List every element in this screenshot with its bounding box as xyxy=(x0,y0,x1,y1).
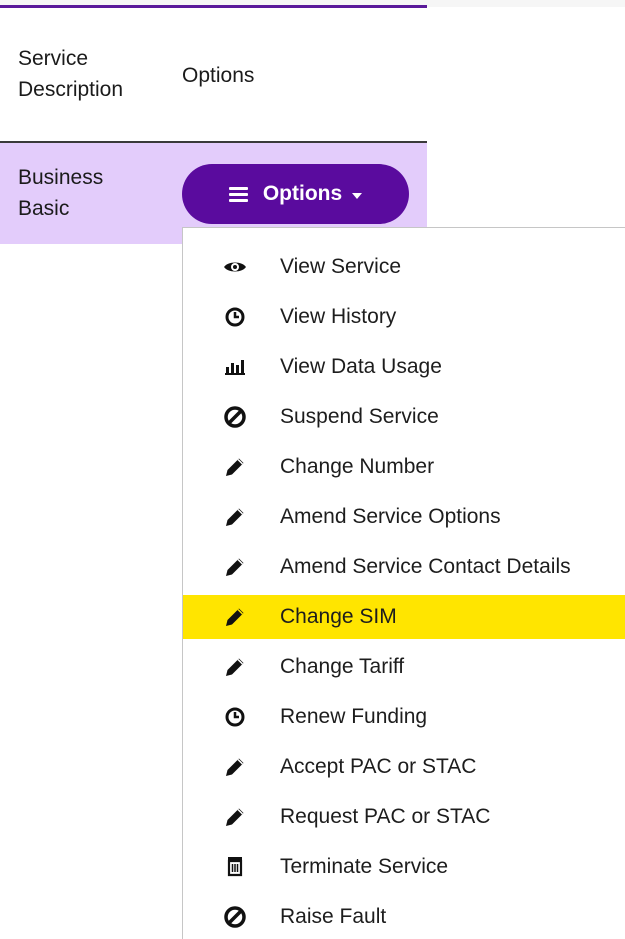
options-button[interactable]: Options xyxy=(182,164,409,224)
ban-icon xyxy=(224,406,246,428)
column-header-options: Options xyxy=(182,64,255,87)
menu-item-label: Change SIM xyxy=(280,605,397,628)
pencil-icon xyxy=(226,508,244,526)
menu-item-label: View Data Usage xyxy=(280,355,442,378)
menu-item-label: Request PAC or STAC xyxy=(280,805,491,828)
pencil-icon xyxy=(226,558,244,576)
pencil-icon xyxy=(226,658,244,676)
menu-item-label: Amend Service Options xyxy=(280,505,501,528)
menu-item-label: Change Tariff xyxy=(280,655,405,678)
menu-item-label: Accept PAC or STAC xyxy=(280,755,477,778)
table-header-row: Service Description Options xyxy=(0,8,427,142)
ban-icon xyxy=(224,906,246,928)
column-header-service-description: Service Description xyxy=(18,47,124,101)
menu-item-view-service[interactable]: View Service xyxy=(183,245,625,289)
hamburger-icon xyxy=(228,186,248,202)
menu-item-raise-fault[interactable]: Raise Fault xyxy=(183,895,625,939)
menu-item-label: Amend Service Contact Details xyxy=(280,555,571,578)
pencil-icon xyxy=(226,808,244,826)
menu-item-amend-service-options[interactable]: Amend Service Options xyxy=(183,495,625,539)
options-button-label: Options xyxy=(262,182,343,205)
options-dropdown-menu: View Service View History View Data Usag… xyxy=(182,227,625,939)
menu-item-renew-funding[interactable]: Renew Funding xyxy=(183,695,625,739)
menu-item-label: View Service xyxy=(280,255,401,278)
menu-item-amend-service-contact-details[interactable]: Amend Service Contact Details xyxy=(183,545,625,589)
menu-item-suspend-service[interactable]: Suspend Service xyxy=(183,395,625,439)
pencil-icon xyxy=(226,458,244,476)
eye-icon xyxy=(224,262,246,272)
menu-item-label: Raise Fault xyxy=(280,905,387,928)
menu-item-change-sim[interactable]: Change SIM xyxy=(183,595,625,639)
menu-item-label: Change Number xyxy=(280,455,435,478)
menu-item-label: View History xyxy=(280,305,397,328)
bar-chart-icon xyxy=(225,360,245,375)
menu-item-label: Terminate Service xyxy=(280,855,449,878)
menu-item-change-tariff[interactable]: Change Tariff xyxy=(183,645,625,689)
menu-item-change-number[interactable]: Change Number xyxy=(183,445,625,489)
menu-item-label: Suspend Service xyxy=(280,405,439,428)
menu-item-request-pac-or-stac[interactable]: Request PAC or STAC xyxy=(183,795,625,839)
clock-icon xyxy=(225,307,245,327)
clock-icon xyxy=(225,707,245,727)
menu-item-view-history[interactable]: View History xyxy=(183,295,625,339)
menu-item-accept-pac-or-stac[interactable]: Accept PAC or STAC xyxy=(183,745,625,789)
service-description-cell: Business Basic xyxy=(18,166,104,220)
caret-down-icon xyxy=(352,192,363,199)
pencil-icon xyxy=(226,608,244,626)
menu-item-view-data-usage[interactable]: View Data Usage xyxy=(183,345,625,389)
menu-item-label: Renew Funding xyxy=(280,705,428,728)
menu-item-terminate-service[interactable]: Terminate Service xyxy=(183,845,625,889)
pencil-icon xyxy=(226,758,244,776)
trash-icon xyxy=(227,857,243,877)
